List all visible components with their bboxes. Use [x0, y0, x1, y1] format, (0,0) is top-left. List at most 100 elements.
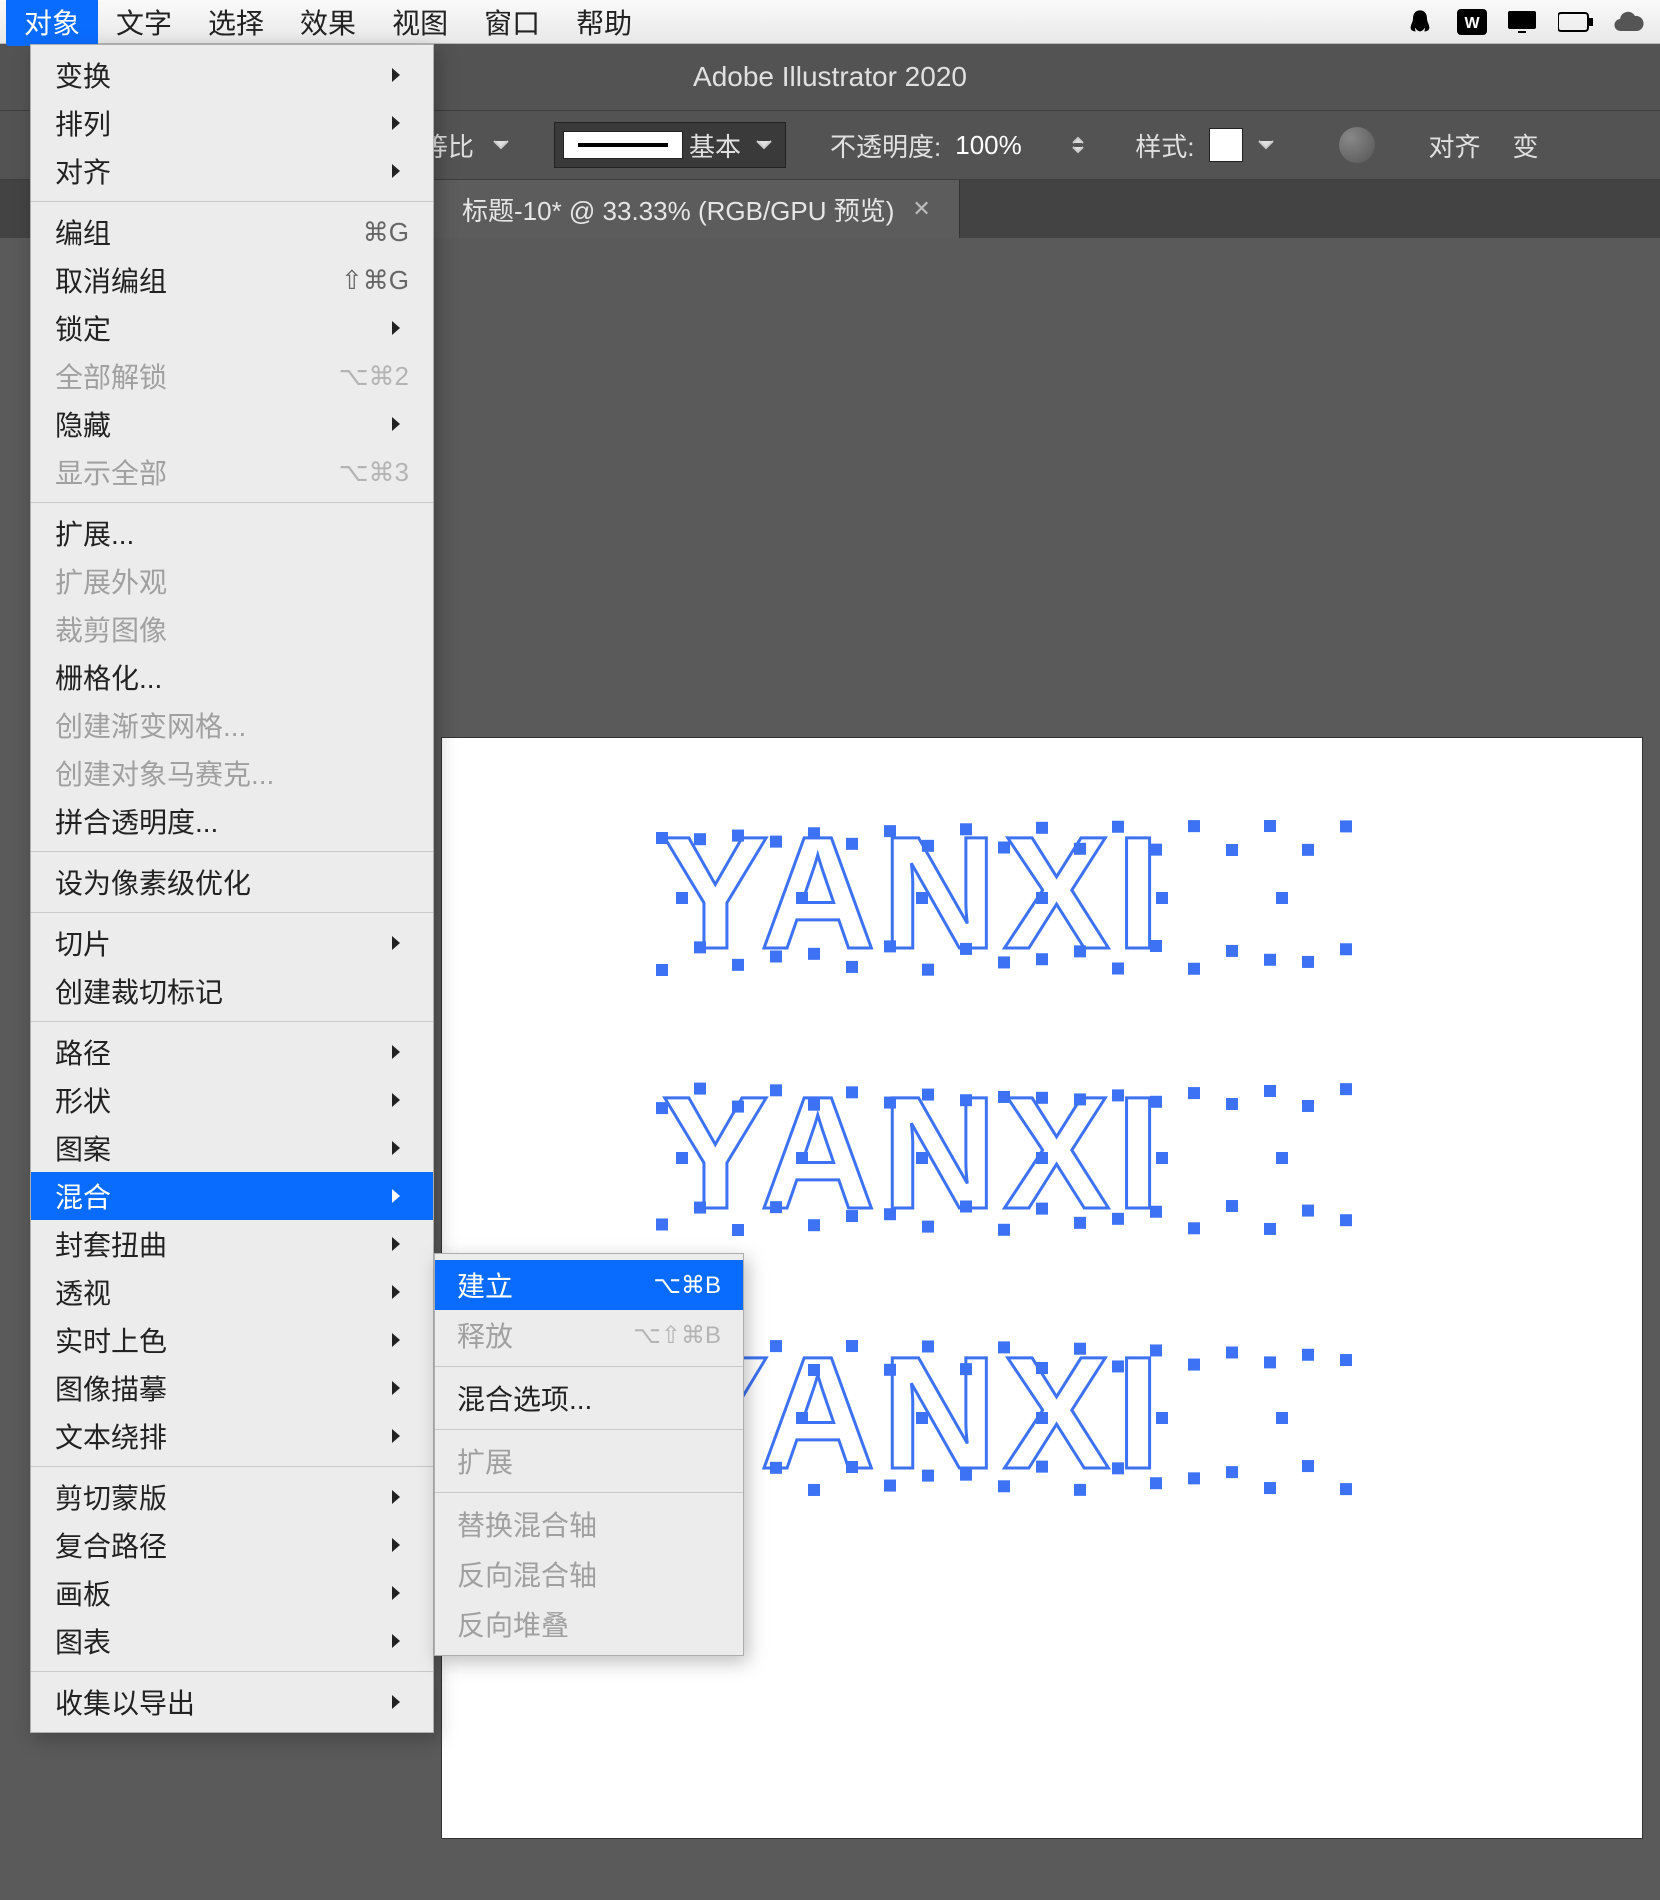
menu-object[interactable]: 对象	[6, 0, 98, 46]
menu-item-shortcut: ⌥⌘3	[339, 457, 409, 488]
menu-item[interactable]: 剪切蒙版	[31, 1473, 433, 1521]
menu-item[interactable]: 栅格化...	[31, 653, 433, 701]
menu-item[interactable]: 隐藏	[31, 400, 433, 448]
menu-item[interactable]: 封套扭曲	[31, 1220, 433, 1268]
document-tab[interactable]: 标题-10* @ 33.33% (RGB/GPU 预览) ✕	[434, 180, 960, 238]
blend-submenu: 建立⌥⌘B释放⌥⇧⌘B混合选项...扩展替换混合轴反向混合轴反向堆叠	[434, 1253, 744, 1656]
menu-item[interactable]: 取消编组⇧⌘G	[31, 256, 433, 304]
menu-item-label: 形状	[55, 1080, 389, 1120]
menu-item-label: 裁剪图像	[55, 609, 409, 649]
submenu-arrow-icon	[389, 1536, 409, 1554]
menu-item[interactable]: 锁定	[31, 304, 433, 352]
creative-cloud-icon[interactable]	[1608, 6, 1648, 38]
menu-item: 裁剪图像	[31, 605, 433, 653]
menu-separator	[31, 1466, 433, 1467]
submenu-item-shortcut: ⌥⌘B	[653, 1271, 721, 1300]
submenu-arrow-icon	[389, 1187, 409, 1205]
menu-select[interactable]: 选择	[190, 0, 282, 46]
menu-help[interactable]: 帮助	[558, 0, 650, 46]
menu-item[interactable]: 收集以导出	[31, 1678, 433, 1726]
menu-item[interactable]: 变换	[31, 51, 433, 99]
menu-item[interactable]: 创建裁切标记	[31, 967, 433, 1015]
menu-effect[interactable]: 效果	[282, 0, 374, 46]
menu-text[interactable]: 文字	[98, 0, 190, 46]
submenu-arrow-icon	[389, 66, 409, 84]
truncated-control: 变	[1509, 127, 1543, 164]
menu-item[interactable]: 编组⌘G	[31, 208, 433, 256]
menu-item[interactable]: 透视	[31, 1268, 433, 1316]
submenu-item-label: 反向混合轴	[457, 1554, 721, 1594]
menu-item-label: 扩展外观	[55, 561, 409, 601]
stroke-preset-dropdown[interactable]: 基本	[554, 122, 786, 168]
submenu-arrow-icon	[389, 1488, 409, 1506]
submenu-item: 释放⌥⇧⌘B	[435, 1310, 743, 1360]
submenu-item: 反向混合轴	[435, 1549, 743, 1599]
submenu-arrow-icon	[389, 1584, 409, 1602]
menu-item[interactable]: 实时上色	[31, 1316, 433, 1364]
menu-item-label: 画板	[55, 1573, 389, 1613]
close-icon[interactable]: ✕	[912, 196, 930, 222]
menu-item[interactable]: 切片	[31, 919, 433, 967]
svg-text:W: W	[1464, 15, 1480, 32]
wps-icon[interactable]: W	[1452, 6, 1492, 38]
menu-item-label: 图表	[55, 1621, 389, 1661]
submenu-item-label: 混合选项...	[457, 1378, 721, 1418]
submenu-item-shortcut: ⌥⇧⌘B	[633, 1321, 721, 1350]
submenu-arrow-icon	[389, 1283, 409, 1301]
menu-separator	[435, 1366, 743, 1367]
menu-item[interactable]: 排列	[31, 99, 433, 147]
menu-item[interactable]: 设为像素级优化	[31, 858, 433, 906]
submenu-arrow-icon	[389, 1235, 409, 1253]
submenu-item: 反向堆叠	[435, 1599, 743, 1649]
battery-icon[interactable]	[1556, 6, 1596, 38]
menu-item-label: 切片	[55, 923, 389, 963]
opacity-label: 不透明度:	[826, 127, 945, 164]
style-swatch[interactable]	[1209, 128, 1243, 162]
menu-item[interactable]: 文本绕排	[31, 1412, 433, 1460]
menu-item: 创建渐变网格...	[31, 701, 433, 749]
menu-separator	[31, 851, 433, 852]
submenu-item[interactable]: 混合选项...	[435, 1373, 743, 1423]
doc-setup-icon[interactable]	[1339, 127, 1375, 163]
opacity-value[interactable]: 100%	[955, 130, 1055, 161]
menu-item-label: 隐藏	[55, 404, 389, 444]
menubar: 对象 文字 选择 效果 视图 窗口 帮助 W	[0, 0, 1660, 44]
submenu-arrow-icon	[389, 114, 409, 132]
menu-item: 扩展外观	[31, 557, 433, 605]
menu-item[interactable]: 形状	[31, 1076, 433, 1124]
menu-item[interactable]: 图像描摹	[31, 1364, 433, 1412]
menu-item-label: 设为像素级优化	[55, 862, 409, 902]
menu-item[interactable]: 路径	[31, 1028, 433, 1076]
menu-item[interactable]: 复合路径	[31, 1521, 433, 1569]
submenu-arrow-icon	[389, 1139, 409, 1157]
menu-view[interactable]: 视图	[374, 0, 466, 46]
display-icon[interactable]	[1504, 6, 1544, 38]
menu-item-label: 全部解锁	[55, 356, 339, 396]
menu-item-label: 路径	[55, 1032, 389, 1072]
menu-item[interactable]: 对齐	[31, 147, 433, 195]
menu-window[interactable]: 窗口	[466, 0, 558, 46]
menu-item[interactable]: 拼合透明度...	[31, 797, 433, 845]
menu-item[interactable]: 混合	[31, 1172, 433, 1220]
align-label[interactable]: 对齐	[1425, 127, 1485, 164]
submenu-item-label: 建立	[457, 1265, 653, 1305]
menu-separator	[31, 1021, 433, 1022]
opacity-stepper[interactable]	[1065, 135, 1091, 155]
menu-item[interactable]: 扩展...	[31, 509, 433, 557]
submenu-arrow-icon	[389, 1632, 409, 1650]
menu-item-label: 封套扭曲	[55, 1224, 389, 1264]
menu-item-label: 栅格化...	[55, 657, 409, 697]
document-tab-title: 标题-10* @ 33.33% (RGB/GPU 预览)	[462, 191, 894, 228]
menu-item-shortcut: ⌘G	[363, 217, 409, 248]
penguin-icon[interactable]	[1400, 6, 1440, 38]
submenu-item[interactable]: 建立⌥⌘B	[435, 1260, 743, 1310]
menu-separator	[31, 201, 433, 202]
style-dropdown[interactable]	[1253, 139, 1279, 151]
menu-separator	[31, 912, 433, 913]
menu-item-label: 拼合透明度...	[55, 801, 409, 841]
menu-item[interactable]: 图表	[31, 1617, 433, 1665]
scale-mode-dropdown[interactable]	[488, 139, 514, 151]
submenu-arrow-icon	[389, 1091, 409, 1109]
menu-item[interactable]: 图案	[31, 1124, 433, 1172]
menu-item[interactable]: 画板	[31, 1569, 433, 1617]
